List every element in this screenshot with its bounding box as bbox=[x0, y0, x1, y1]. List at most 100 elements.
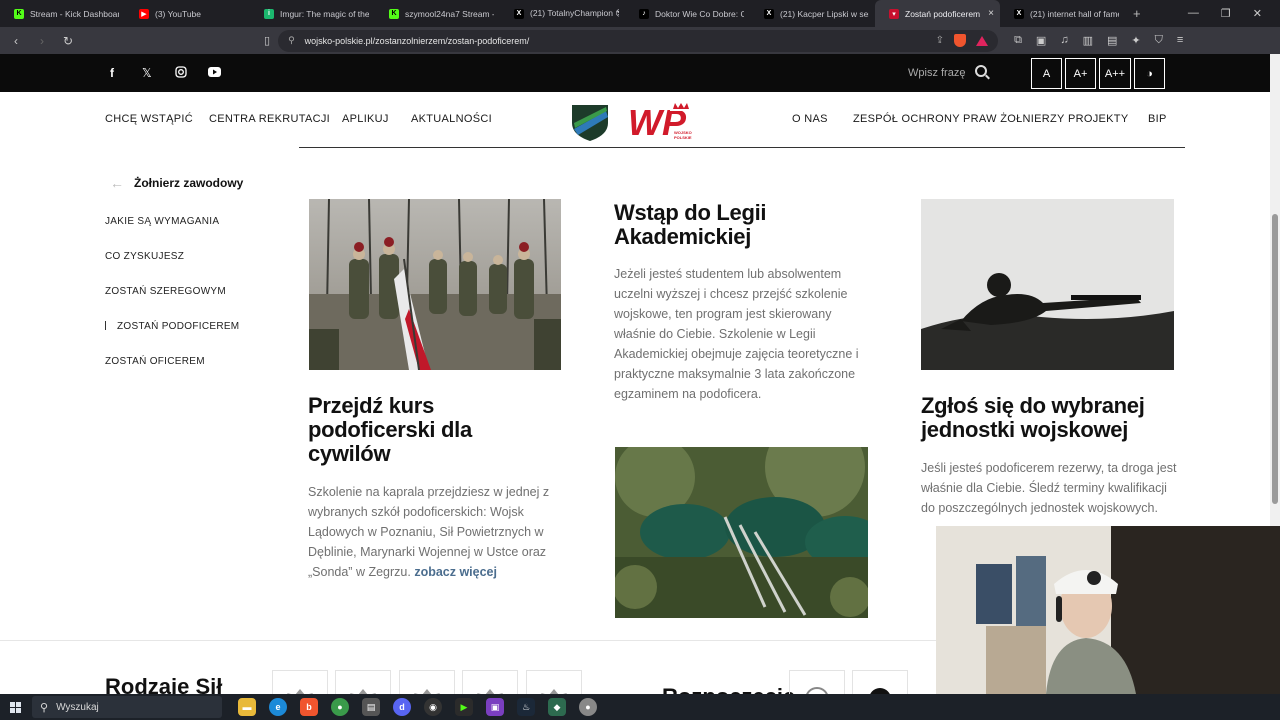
close-tab-icon[interactable]: × bbox=[982, 8, 994, 19]
browser-tab[interactable]: ▶ (3) YouTube bbox=[125, 0, 250, 27]
edge-icon[interactable]: e bbox=[269, 698, 287, 716]
eagle-emblem-2[interactable] bbox=[335, 670, 391, 694]
taskbar-search[interactable]: ⚲ Wyszukaj bbox=[32, 696, 222, 718]
extensions-icon[interactable]: ⧉ bbox=[1014, 34, 1022, 47]
tab-favicon-icon: ▾ bbox=[889, 8, 899, 19]
app-icon-9[interactable]: ▣ bbox=[486, 698, 504, 716]
site-info-icon[interactable]: ⚲ bbox=[288, 35, 295, 46]
wallet-icon[interactable]: ▤ bbox=[1107, 34, 1117, 47]
start-button[interactable] bbox=[0, 701, 30, 713]
sidebar-item-co-zyskujesz[interactable]: CO ZYSKUJESZ bbox=[105, 251, 184, 262]
brave-icon[interactable]: b bbox=[300, 698, 318, 716]
restore-icon[interactable]: ❐ bbox=[1221, 7, 1231, 20]
forward-icon[interactable]: › bbox=[32, 34, 52, 48]
taskbar-search-label: Wyszukaj bbox=[56, 701, 99, 713]
menu-icon[interactable]: ≡ bbox=[1177, 34, 1183, 47]
nav-zespol-ochrony[interactable]: ZESPÓŁ OCHRONY PRAW ŻOŁNIERZY bbox=[853, 113, 1065, 125]
sidebar-item-oficer[interactable]: ZOSTAŃ OFICEREM bbox=[105, 356, 205, 367]
instagram-icon[interactable] bbox=[175, 66, 187, 81]
tab-favicon-icon: ▶ bbox=[139, 8, 149, 19]
back-icon[interactable]: ‹ bbox=[6, 34, 26, 48]
browser-tab[interactable]: X (21) internet hall of fame on X bbox=[1000, 0, 1125, 27]
eagle-emblem-4[interactable] bbox=[462, 670, 518, 694]
brave-shield-icon[interactable] bbox=[954, 34, 967, 47]
app-icon-5[interactable]: ▤ bbox=[362, 698, 380, 716]
tab-favicon-icon: X bbox=[1014, 8, 1024, 19]
address-bar[interactable]: ⚲ wojsko-polskie.pl/zostanzolnierzem/zos… bbox=[278, 29, 999, 52]
app-icon-12[interactable]: ● bbox=[579, 698, 597, 716]
font-size-xlarge-button[interactable]: A++ bbox=[1099, 58, 1131, 89]
search-icon[interactable] bbox=[975, 65, 987, 77]
ceremony-photo bbox=[309, 199, 561, 370]
site-logo[interactable]: WP WOJSKO POLSKIE bbox=[570, 101, 702, 143]
sidebar-icon[interactable]: ▥ bbox=[1083, 34, 1093, 47]
browser-tab[interactable]: ▾ Zostań podoficerem × bbox=[875, 0, 1000, 27]
browser-tab[interactable]: Kszymool24na7 Stream - Watch bbox=[375, 0, 500, 27]
sidebar-heading[interactable]: ← Żołnierz zawodowy bbox=[110, 175, 243, 191]
steam-icon[interactable]: ♨ bbox=[517, 698, 535, 716]
nav-aktualnosci[interactable]: AKTUALNOŚCI bbox=[411, 113, 492, 125]
eagle-emblem-1[interactable] bbox=[272, 670, 328, 694]
browser-tab[interactable]: X (21) TotalnyChampion 😎 on X bbox=[500, 0, 625, 27]
kick-app-icon[interactable]: ▶ bbox=[455, 698, 473, 716]
webcam-overlay bbox=[936, 526, 1280, 694]
minimize-icon[interactable]: — bbox=[1188, 7, 1199, 20]
font-size-large-button[interactable]: A+ bbox=[1065, 58, 1096, 89]
nav-centra-rekrutacji[interactable]: CENTRA REKRUTACJI bbox=[209, 113, 330, 125]
windows-icon bbox=[9, 701, 21, 713]
browser-tab[interactable]: ♪ Doktor Wie Co Dobre: Ozempic bbox=[625, 0, 750, 27]
eagle-emblem-3[interactable] bbox=[399, 670, 455, 694]
obs-icon[interactable]: ◉ bbox=[424, 698, 442, 716]
section-title-rodzaje-sil: Rodzaje Sił bbox=[105, 674, 223, 694]
brave-rewards-icon[interactable] bbox=[976, 35, 989, 46]
sidebar-item-podoficer[interactable]: ZOSTAŃ PODOFICEREM bbox=[105, 321, 239, 332]
unit-badge-1[interactable] bbox=[789, 670, 845, 694]
unit-badge-2[interactable] bbox=[852, 670, 908, 694]
tab-title: Stream - Kick Dashboard bbox=[30, 8, 119, 19]
close-window-icon[interactable]: ✕ bbox=[1253, 7, 1262, 20]
top-utility-bar: f 𝕏 Wpisz frazę A A+ A++ ◑ bbox=[0, 54, 1270, 92]
nav-o-nas[interactable]: O NAS bbox=[792, 113, 828, 125]
scrollbar-thumb[interactable] bbox=[1272, 214, 1278, 504]
file-explorer-icon[interactable]: ▬ bbox=[238, 698, 256, 716]
nav-chce-wstapic[interactable]: CHCĘ WSTĄPIĆ bbox=[105, 113, 193, 125]
sidebar-item-szeregowy[interactable]: ZOSTAŃ SZEREGOWYM bbox=[105, 286, 226, 297]
tab-favicon-icon: K bbox=[389, 8, 399, 19]
eagle-emblem-5[interactable] bbox=[526, 670, 582, 694]
leo-ai-icon[interactable]: ✦ bbox=[1131, 34, 1140, 47]
contrast-button[interactable]: ◑ bbox=[1134, 58, 1165, 89]
sidebar-heading-text: Żołnierz zawodowy bbox=[134, 176, 244, 190]
nav-bip[interactable]: BIP bbox=[1148, 113, 1167, 125]
logo-wordmark: WOJSKO POLSKIE bbox=[674, 130, 692, 140]
share-icon[interactable]: ⇪ bbox=[936, 35, 944, 46]
discord-icon[interactable]: d bbox=[393, 698, 411, 716]
youtube-icon[interactable] bbox=[208, 66, 221, 80]
media-icon[interactable]: ♫ bbox=[1060, 34, 1068, 47]
x-twitter-icon[interactable]: 𝕏 bbox=[142, 66, 152, 80]
font-size-normal-button[interactable]: A bbox=[1031, 58, 1062, 89]
app-icon-11[interactable]: ◆ bbox=[548, 698, 566, 716]
vpn-icon[interactable]: ⛉ bbox=[1155, 34, 1163, 47]
see-more-link[interactable]: zobacz więcej bbox=[414, 565, 497, 579]
tab-title: (21) Kacper Lipski w serwisie bbox=[780, 8, 869, 19]
bookmark-icon[interactable]: ▯ bbox=[264, 34, 270, 47]
nav-aplikuj[interactable]: APLIKUJ bbox=[342, 113, 389, 125]
card-title-kurs: Przejdź kurs podoficerski dla cywilów bbox=[308, 393, 472, 466]
browser-tab[interactable]: X (21) Kacper Lipski w serwisie bbox=[750, 0, 875, 27]
screenshot-icon[interactable]: ▣ bbox=[1036, 34, 1046, 47]
new-tab-button[interactable]: + bbox=[1125, 6, 1149, 21]
chrome-icon[interactable]: ● bbox=[331, 698, 349, 716]
browser-tab[interactable]: i Imgur: The magic of the Internet bbox=[250, 0, 375, 27]
sidebar-item-wymagania[interactable]: JAKIE SĄ WYMAGANIA bbox=[105, 216, 219, 227]
arrow-left-icon: ← bbox=[110, 175, 124, 191]
section-title-rozpoczecie: Rozpoczęcie bbox=[662, 684, 795, 694]
active-indicator bbox=[105, 321, 106, 330]
tab-favicon-icon: K bbox=[14, 8, 24, 19]
nav-projekty[interactable]: PROJEKTY bbox=[1068, 113, 1128, 125]
search-input[interactable]: Wpisz frazę bbox=[908, 67, 965, 79]
facebook-icon[interactable]: f bbox=[110, 66, 114, 80]
card-text-jednostka: Jeśli jesteś podoficerem rezerwy, ta dro… bbox=[921, 461, 1177, 515]
taskbar: ⚲ Wyszukaj ▬ e b ● ▤ d ◉ ▶ ▣ ♨ ◆ ● bbox=[0, 694, 1280, 720]
reload-icon[interactable]: ↻ bbox=[58, 34, 78, 48]
browser-tab[interactable]: K Stream - Kick Dashboard bbox=[0, 0, 125, 27]
